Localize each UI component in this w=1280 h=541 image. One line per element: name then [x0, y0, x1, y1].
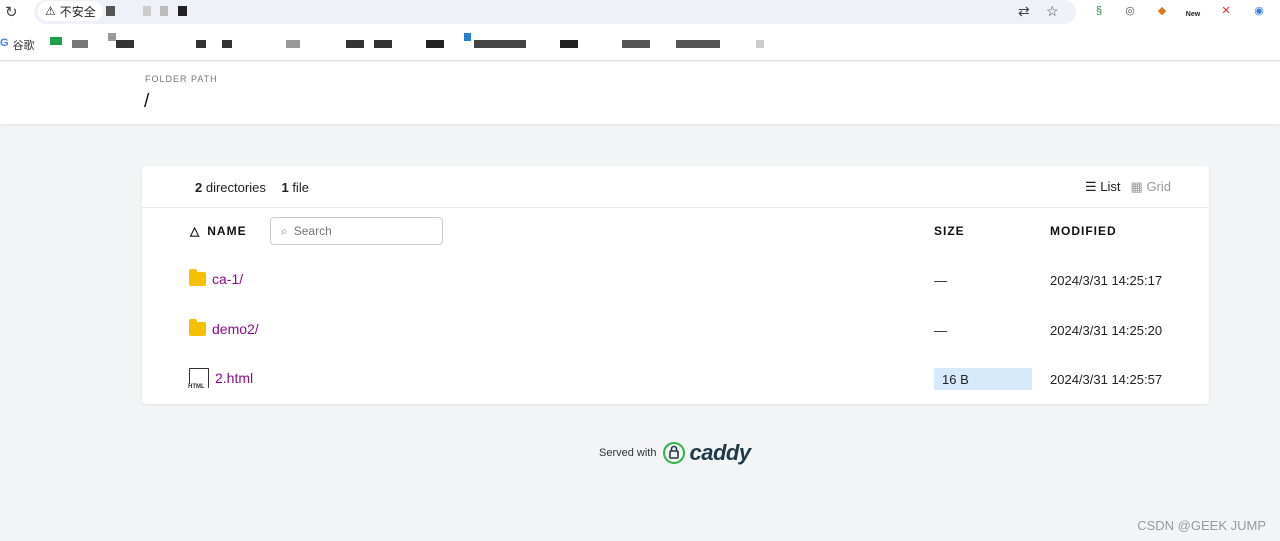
bookmark-obscured[interactable] [222, 40, 232, 48]
listing-card: 2 directories 1 file ☰ List ▦ Grid △ NAM… [142, 166, 1209, 404]
folder-path-label: FOLDER PATH [145, 74, 218, 84]
row-name-cell: demo2/ [189, 319, 259, 337]
listing-summary: 2 directories 1 file [195, 180, 309, 195]
address-bar[interactable] [34, 0, 1076, 24]
view-list-button[interactable]: ☰ List [1085, 179, 1121, 195]
column-header-name[interactable]: △ NAME [190, 224, 247, 238]
url-obscured [160, 6, 168, 16]
google-icon: G [0, 37, 9, 49]
column-header-size[interactable]: SIZE [934, 224, 965, 238]
html-file-icon: HTML [188, 368, 209, 390]
grid-icon: ▦ [1130, 179, 1143, 194]
row-size: — [934, 323, 947, 338]
served-with-label: Served with [599, 447, 657, 459]
row-modified: 2024/3/31 14:25:57 [1050, 372, 1163, 387]
table-row[interactable]: demo2/ — 2024/3/31 14:25:20 [142, 317, 1209, 365]
row-name-cell: ca-1/ [189, 269, 243, 287]
view-toggle: ☰ List ▦ Grid [1085, 179, 1171, 195]
list-icon: ☰ [1085, 179, 1097, 194]
size-highlight: 16 B [934, 368, 1032, 390]
file-count: 1 [281, 180, 289, 195]
row-modified: 2024/3/31 14:25:17 [1050, 273, 1163, 288]
bookmark-obscured[interactable] [676, 40, 720, 48]
folder-icon [189, 319, 206, 336]
extension-icon[interactable]: ◎ [1121, 2, 1139, 20]
security-label: 不安全 [59, 4, 96, 19]
extension-icon[interactable]: ✕ [1217, 2, 1235, 20]
view-grid-button[interactable]: ▦ Grid [1131, 179, 1171, 195]
bookmark-obscured[interactable] [50, 37, 62, 45]
bookmark-google[interactable]: G 谷歌 [0, 37, 35, 53]
row-link[interactable]: 2.html [215, 370, 253, 386]
bookmark-obscured[interactable] [108, 33, 116, 41]
bookmarks-bar: G 谷歌 [0, 25, 1280, 61]
bookmark-obscured[interactable] [72, 40, 88, 48]
footer: Served with caddy [599, 440, 751, 466]
row-name-cell: HTML 2.html [188, 368, 253, 390]
table-row[interactable]: ca-1/ — 2024/3/31 14:25:17 [142, 267, 1209, 315]
bookmark-obscured[interactable] [756, 40, 764, 48]
bookmark-obscured[interactable] [474, 40, 526, 48]
folder-path[interactable]: / [144, 91, 149, 113]
caddy-lock-icon [663, 442, 686, 464]
file-label: file [292, 180, 309, 195]
metamask-icon[interactable]: ◆ [1153, 2, 1171, 20]
reload-icon[interactable]: ↻ [5, 3, 18, 21]
column-header-modified[interactable]: MODIFIED [1050, 224, 1117, 238]
search-icon: ⌕ [281, 223, 288, 238]
extension-icon[interactable]: ◉ [1250, 2, 1268, 20]
extension-icon[interactable]: § [1090, 2, 1108, 20]
browser-toolbar: ↻ ⚠ 不安全 ⇄ ☆ § ◎ ◆ New ✕ ◉ [0, 0, 1280, 25]
dir-label: directories [205, 180, 266, 195]
bookmark-obscured[interactable] [464, 33, 471, 41]
bookmark-obscured[interactable] [346, 40, 364, 48]
watermark: CSDN @GEEK JUMP [1137, 518, 1266, 533]
star-icon[interactable]: ☆ [1046, 3, 1059, 20]
search-input[interactable] [293, 224, 424, 238]
bookmark-obscured[interactable] [622, 40, 650, 48]
extension-new-icon[interactable]: New [1184, 2, 1202, 20]
row-link[interactable]: ca-1/ [212, 271, 243, 287]
warning-icon: ⚠ [45, 4, 56, 18]
table-row[interactable]: HTML 2.html 16 B 2024/3/31 14:25:57 [142, 366, 1209, 414]
folder-icon [189, 269, 206, 286]
translate-icon[interactable]: ⇄ [1018, 3, 1030, 20]
row-size: 16 B [934, 368, 1032, 390]
bookmark-obscured[interactable] [286, 40, 300, 48]
bookmark-obscured[interactable] [426, 40, 444, 48]
dir-count: 2 [195, 180, 203, 195]
caddy-brand: caddy [689, 440, 751, 465]
row-modified: 2024/3/31 14:25:20 [1050, 323, 1163, 338]
caddy-logo[interactable]: caddy [662, 440, 751, 466]
url-obscured [178, 6, 187, 16]
url-obscured [143, 6, 151, 16]
row-size: — [934, 273, 947, 288]
bookmark-obscured[interactable] [116, 40, 134, 48]
divider [142, 207, 1209, 208]
bookmark-obscured[interactable] [374, 40, 392, 48]
search-field[interactable]: ⌕ [270, 217, 443, 245]
row-link[interactable]: demo2/ [212, 321, 259, 337]
page-header: FOLDER PATH / [0, 62, 1280, 124]
security-chip[interactable]: ⚠ 不安全 [38, 1, 103, 21]
sort-triangle-icon: △ [190, 224, 201, 238]
bookmark-obscured[interactable] [560, 40, 578, 48]
url-obscured [106, 6, 115, 16]
bookmark-obscured[interactable] [196, 40, 206, 48]
